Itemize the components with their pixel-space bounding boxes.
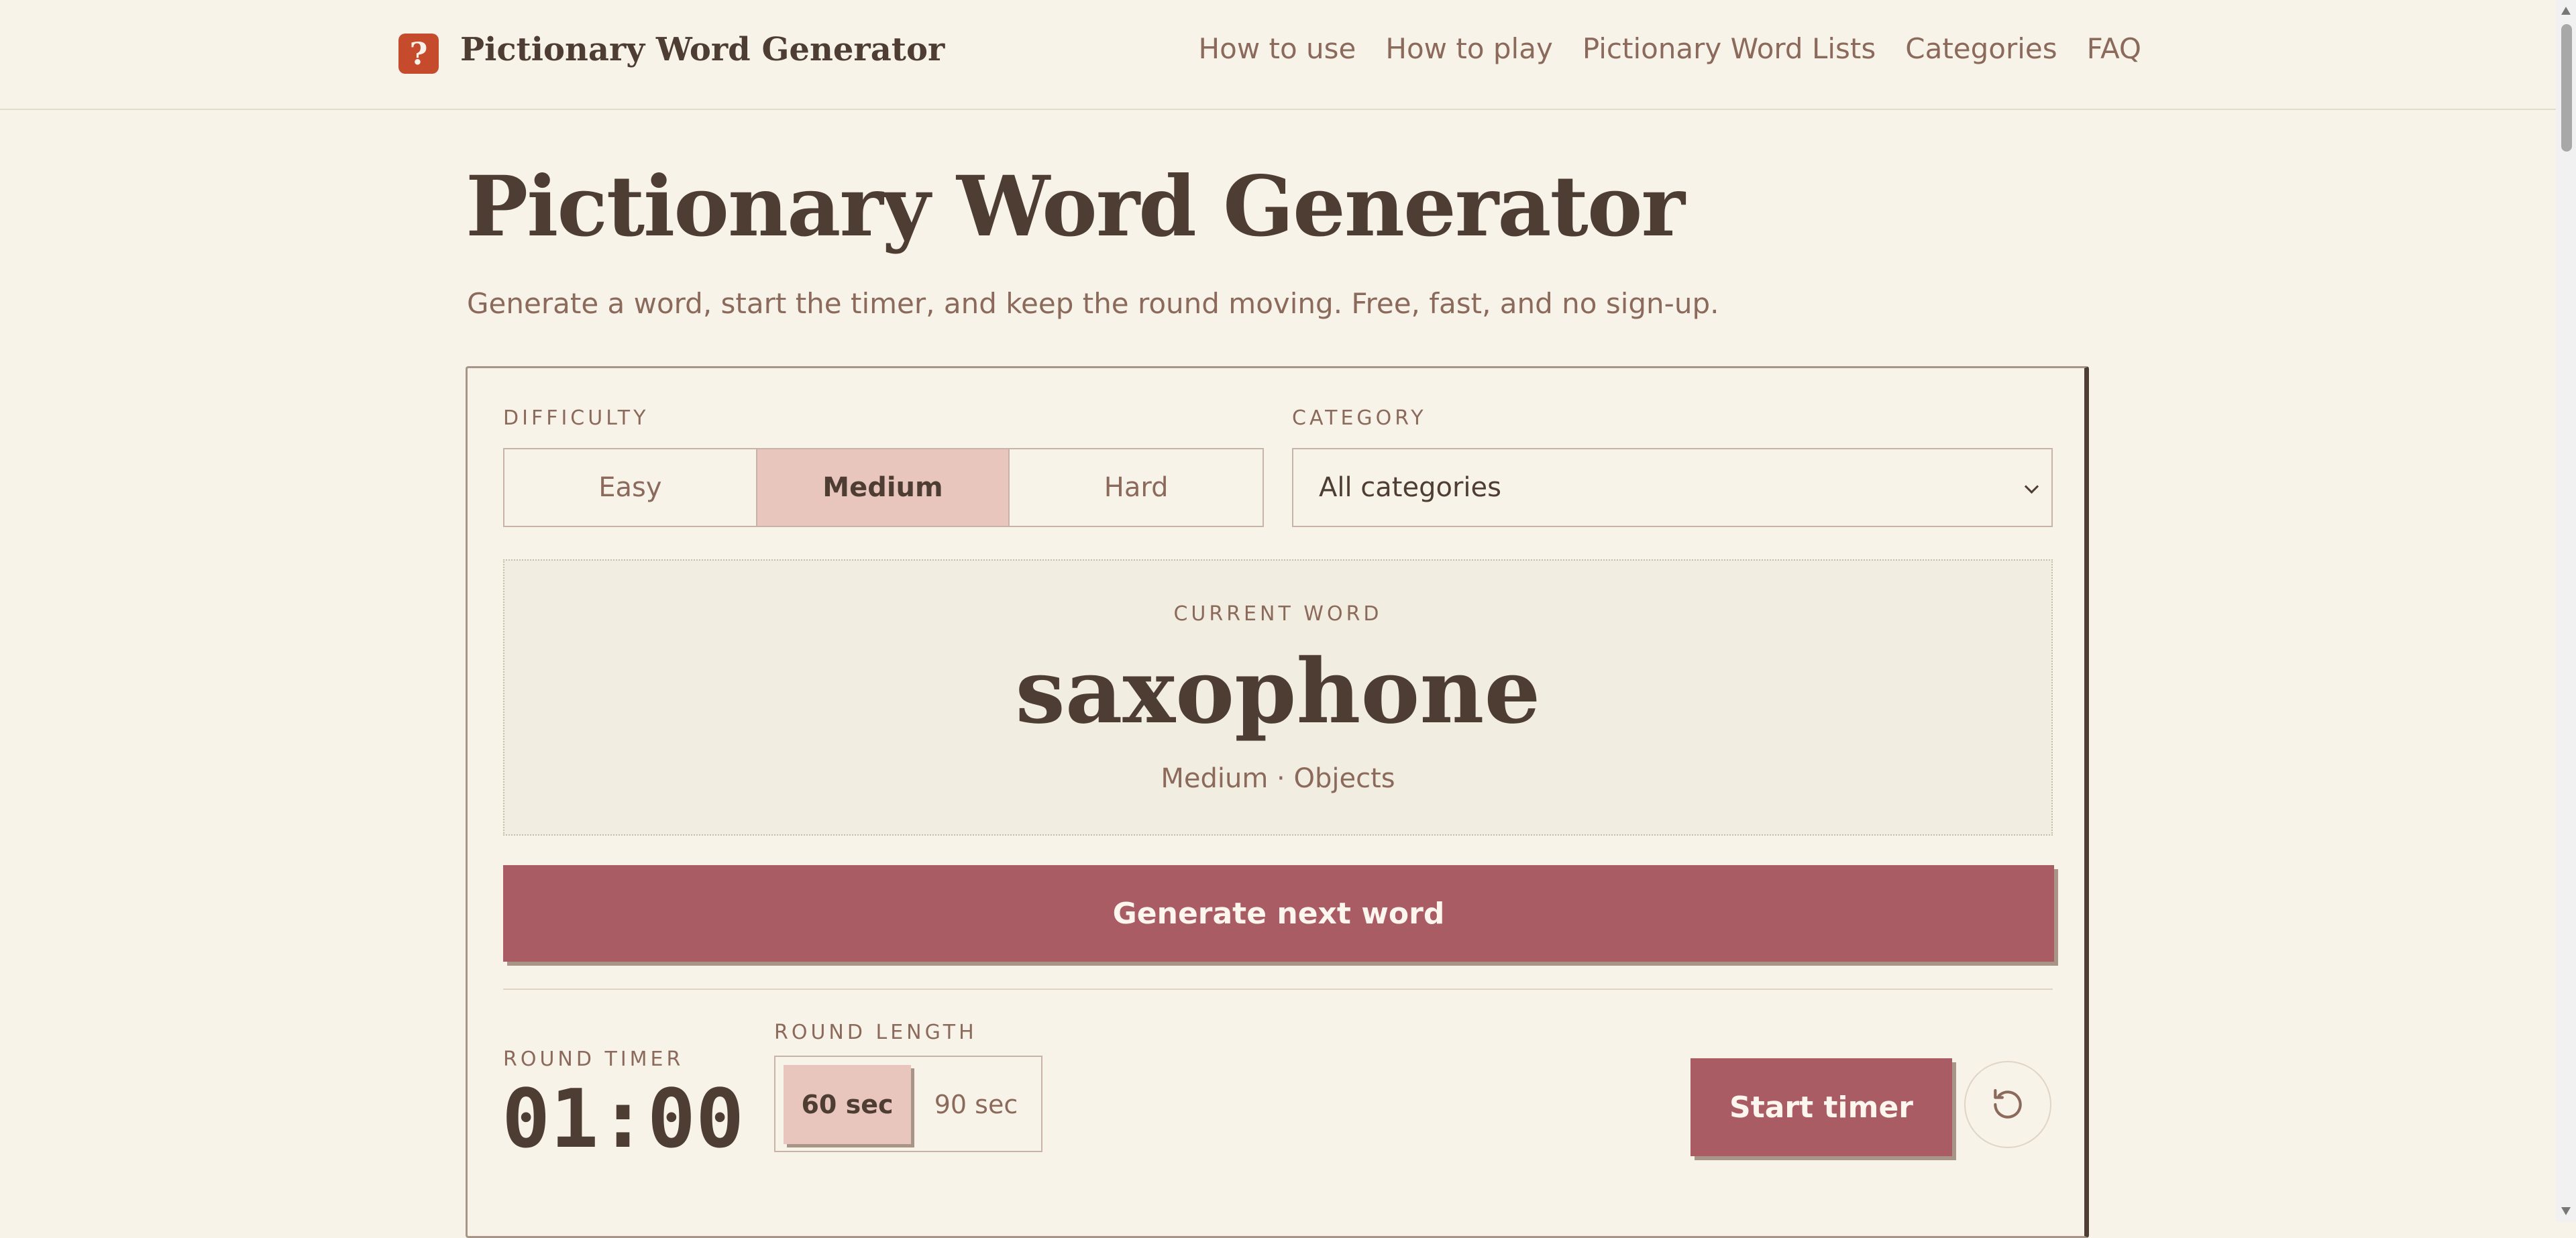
scroll-down-arrow-icon[interactable]	[2561, 1207, 2571, 1215]
nav-faq[interactable]: FAQ	[2087, 32, 2141, 65]
difficulty-medium[interactable]: Medium	[755, 449, 1009, 526]
divider	[503, 989, 2053, 990]
current-word-panel: CURRENT WORD saxophone Medium · Objects	[503, 559, 2053, 836]
category-select-value: All categories	[1319, 472, 1501, 503]
main-nav: How to use How to play Pictionary Word L…	[1199, 32, 2141, 65]
nav-how-to-play[interactable]: How to play	[1385, 32, 1552, 65]
difficulty-label: DIFFICULTY	[503, 406, 649, 430]
round-length-selector: 60 sec 90 sec	[774, 1056, 1042, 1152]
question-mark-logo-icon[interactable]: ?	[398, 34, 439, 74]
round-timer-display: 01:00	[502, 1073, 745, 1166]
reset-icon	[1994, 1088, 2022, 1119]
category-label: CATEGORY	[1292, 406, 1427, 430]
difficulty-selector: Easy Medium Hard	[503, 448, 1264, 527]
current-word: saxophone	[1015, 640, 1541, 744]
brand-name[interactable]: Pictionary Word Generator	[460, 31, 945, 68]
nav-categories[interactable]: Categories	[1905, 32, 2057, 65]
chevron-down-icon	[2024, 479, 2039, 494]
start-timer-button[interactable]: Start timer	[1690, 1058, 1952, 1156]
page-scrollbar[interactable]	[2556, 0, 2576, 1222]
generate-next-word-button[interactable]: Generate next word	[503, 865, 2054, 962]
nav-how-to-use[interactable]: How to use	[1199, 32, 1356, 65]
current-word-label: CURRENT WORD	[1173, 602, 1383, 626]
category-select[interactable]: All categories	[1292, 448, 2053, 527]
difficulty-easy[interactable]: Easy	[504, 449, 756, 526]
page-title: Pictionary Word Generator	[466, 158, 1685, 256]
page-subtitle: Generate a word, start the timer, and ke…	[467, 287, 1719, 320]
reset-timer-button[interactable]	[1964, 1061, 2051, 1148]
current-word-meta: Medium · Objects	[1161, 763, 1395, 794]
round-timer-label: ROUND TIMER	[503, 1048, 684, 1071]
top-nav-bar: ? Pictionary Word Generator How to use H…	[0, 0, 2556, 110]
nav-word-lists[interactable]: Pictionary Word Lists	[1582, 32, 1876, 65]
round-length-90[interactable]: 90 sec	[926, 1065, 1026, 1144]
round-length-60[interactable]: 60 sec	[784, 1065, 911, 1144]
difficulty-hard[interactable]: Hard	[1008, 449, 1263, 526]
scroll-up-arrow-icon[interactable]	[2561, 7, 2571, 15]
round-length-label: ROUND LENGTH	[774, 1021, 977, 1044]
scroll-thumb[interactable]	[2561, 24, 2572, 152]
